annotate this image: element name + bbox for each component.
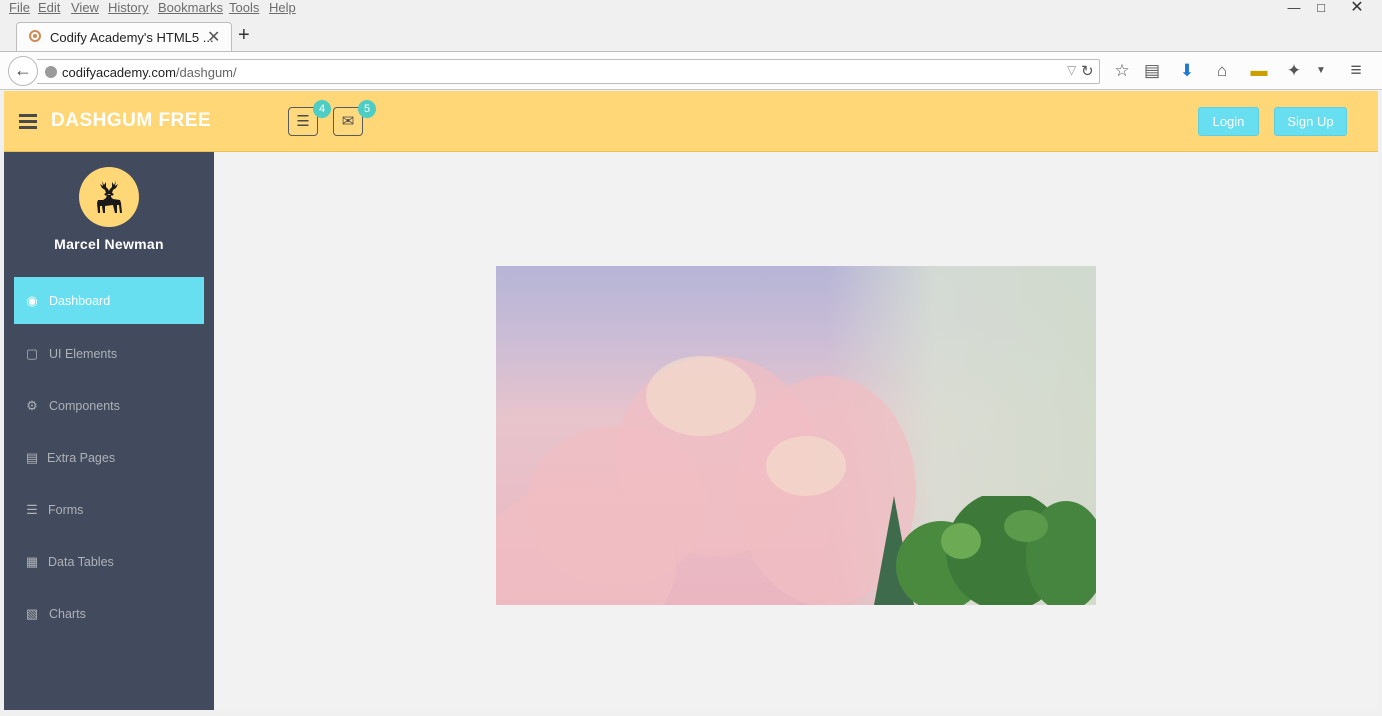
ruler-icon[interactable]: ▬	[1248, 62, 1270, 80]
signup-button[interactable]: Sign Up	[1274, 107, 1347, 136]
home-icon[interactable]: ⌂	[1211, 62, 1233, 80]
sidebar-item-data-tables[interactable]: ▦ Data Tables	[14, 538, 204, 585]
extension-dropdown-icon[interactable]: ▼	[1310, 62, 1332, 80]
login-button[interactable]: Login	[1198, 107, 1259, 136]
sidebar: Marcel Newman ◉ Dashboard ▢ UI Elements …	[4, 152, 214, 710]
menu-tools[interactable]: Tools	[229, 0, 259, 15]
sidebar-item-forms[interactable]: ☰ Forms	[14, 486, 204, 533]
back-arrow-icon: ←	[14, 60, 32, 80]
deer-icon	[97, 181, 122, 213]
menu-history-label: History	[108, 0, 149, 15]
page: DASHGUM FREE ☰ 4 ✉ 5 Login Sign Up Marce…	[4, 91, 1378, 710]
menu-help[interactable]: Help	[269, 0, 296, 15]
browser-menubar: File Edit View History Bookmarks Tools H…	[0, 0, 1382, 18]
download-icon[interactable]: ⬇	[1176, 62, 1198, 80]
tasks-badge: 4	[313, 100, 331, 118]
favicon-icon	[29, 30, 41, 42]
menu-help-label: Help	[269, 0, 296, 15]
back-button[interactable]: ←	[8, 56, 38, 86]
logo[interactable]: DASHGUM FREE	[51, 110, 211, 132]
minimize-icon[interactable]: —	[1280, 0, 1308, 18]
cogs-icon: ⚙	[26, 398, 38, 413]
menu-view[interactable]: View	[71, 0, 99, 15]
tasks-icon: ☰	[26, 502, 38, 517]
bar-chart-icon: ▧	[25, 606, 39, 621]
book-icon: ▤	[25, 450, 39, 465]
messages-badge: 5	[358, 100, 376, 118]
sidebar-item-label: Dashboard	[49, 294, 111, 308]
menu-view-label: View	[71, 0, 99, 15]
url-path: /dashgum/	[175, 65, 237, 80]
tasks-icon: ☰	[296, 113, 310, 130]
sidebar-item-label: Extra Pages	[47, 451, 116, 465]
sidebar-item-label: Data Tables	[48, 555, 114, 569]
sidebar-item-extra-pages[interactable]: ▤ Extra Pages	[14, 434, 204, 481]
dashboard-icon: ◉	[26, 293, 38, 308]
tab-title: Codify Academy's HTML5 ...	[50, 30, 214, 45]
browser-tab[interactable]: Codify Academy's HTML5 ... ✕	[16, 22, 232, 52]
reading-list-icon[interactable]: ▤	[1141, 62, 1163, 80]
maximize-icon[interactable]: □	[1307, 0, 1335, 18]
trees-illustration	[874, 496, 1096, 605]
url-dropdown-icon[interactable]: ▽	[1067, 63, 1076, 77]
url-domain: codifyacademy.com	[62, 65, 176, 80]
menu-edit-label: Edit	[38, 0, 61, 15]
menu-file-label: File	[9, 0, 30, 15]
top-header: DASHGUM FREE ☰ 4 ✉ 5 Login Sign Up	[4, 91, 1378, 152]
menu-file[interactable]: File	[9, 0, 30, 15]
menu-tools-label: Tools	[229, 0, 260, 15]
messages-button[interactable]: ✉ 5	[333, 100, 376, 136]
sidebar-item-dashboard[interactable]: ◉ Dashboard	[14, 277, 204, 324]
bookmark-star-icon[interactable]: ☆	[1111, 62, 1133, 80]
new-tab-icon[interactable]: +	[238, 25, 250, 45]
sidebar-item-label: Forms	[48, 503, 84, 517]
tab-strip: Codify Academy's HTML5 ... ✕ +	[0, 18, 1382, 52]
envelope-icon: ✉	[341, 113, 355, 130]
th-icon: ▦	[25, 554, 39, 569]
sidebar-item-charts[interactable]: ▧ Charts	[14, 590, 204, 637]
desktop-icon: ▢	[25, 346, 39, 361]
menu-history[interactable]: History	[108, 0, 148, 15]
browser-menu-icon[interactable]: ≡	[1345, 61, 1367, 80]
sidebar-toggle-icon[interactable]	[19, 114, 37, 129]
menu-bookmarks[interactable]: Bookmarks	[158, 0, 223, 15]
sidebar-item-components[interactable]: ⚙ Components	[14, 382, 204, 429]
url-bar[interactable]: codifyacademy.com/dashgum/ ▽ ↻	[37, 59, 1100, 84]
user-name: Marcel Newman	[54, 236, 164, 252]
globe-icon	[45, 66, 57, 78]
url-text: codifyacademy.com/dashgum/	[62, 65, 237, 80]
sidebar-item-label: UI Elements	[49, 347, 118, 361]
tasks-button[interactable]: ☰ 4	[288, 100, 331, 136]
reload-icon[interactable]: ↻	[1081, 62, 1094, 80]
avatar[interactable]	[79, 167, 139, 227]
extension-icon[interactable]: ✦	[1283, 62, 1305, 80]
menu-bookmarks-label: Bookmarks	[158, 0, 224, 15]
sidebar-item-label: Components	[49, 399, 120, 413]
hero-image	[496, 266, 1096, 605]
window-close-icon[interactable]: ✕	[1343, 0, 1371, 18]
sidebar-item-label: Charts	[49, 607, 86, 621]
browser-navbar: codifyacademy.com/dashgum/ ▽ ↻ ← ☆ ▤ ⬇ ⌂…	[0, 51, 1382, 90]
tab-close-icon[interactable]: ✕	[207, 27, 220, 47]
sidebar-item-ui-elements[interactable]: ▢ UI Elements	[14, 330, 204, 377]
menu-edit[interactable]: Edit	[38, 0, 60, 15]
